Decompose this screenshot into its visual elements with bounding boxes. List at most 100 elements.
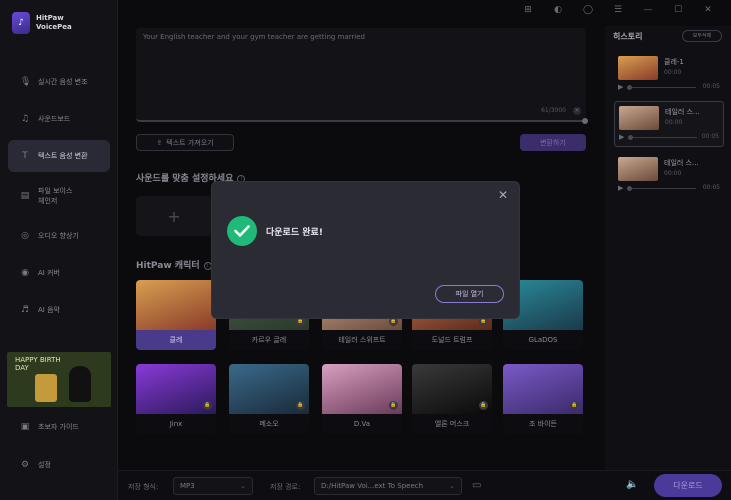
format-value: MP3 [180,482,195,490]
menu-icon[interactable]: ☰ [603,2,633,18]
character-name: 클레 [136,330,216,350]
settings-label: 설정 [38,461,51,469]
character-name: D.Va [322,414,402,434]
history-thumbnail [618,157,658,181]
cat-image [69,366,91,402]
progress-track[interactable] [628,135,697,140]
settings-button[interactable]: ⚙ 설정 [8,452,110,478]
sidebar: ♪ HitPaw VoicePea 🎙 실시간 음성 변조 ♫ 사운드보드 T … [0,0,118,500]
sidebar-item-ai-music[interactable]: ♬ AI 음악 [8,294,110,326]
sidebar-nav: 🎙 실시간 음성 변조 ♫ 사운드보드 T 텍스트 음성 변환 ▤ 파일 보이스… [0,66,118,331]
sidebar-item-audio-enhancer[interactable]: ◎ 오디오 향상기 [8,220,110,252]
download-button[interactable]: 다운로드 [654,474,722,497]
guide-label: 초보자 가이드 [38,423,79,431]
chevron-down-icon: ⌄ [449,482,455,490]
promo-line2: DAY [15,364,29,372]
character-card[interactable]: 🔒 Jinx [136,364,216,434]
sidebar-item-label: 사운드보드 [38,115,71,123]
character-name: 엘론 머스크 [412,414,492,434]
discord-icon[interactable]: ◐ [543,2,573,18]
character-image [136,280,216,330]
volume-icon[interactable]: 🔈 [626,479,638,490]
format-select[interactable]: MP3 ⌄ [173,477,253,495]
character-card[interactable]: 🔒 엘론 머스크 [412,364,492,434]
tts-text-input[interactable]: Your English teacher and your gym teache… [136,28,586,122]
folder-icon[interactable]: ▭ [472,480,481,491]
play-icon[interactable]: ▶ [618,83,623,91]
history-thumbnail [619,106,659,130]
sidebar-item-label: AI 커버 [38,269,60,277]
close-icon[interactable]: ✕ [693,2,723,18]
character-name: 조 바이든 [503,414,583,434]
chevron-down-icon: ⌄ [240,482,246,490]
sidebar-item-label: AI 음악 [38,306,60,314]
dialog-message: 다운로드 완료! [266,228,323,238]
sidebar-item-ai-cover[interactable]: ◉ AI 커버 [8,257,110,289]
history-time: 00:00 [664,170,682,177]
clear-all-button[interactable]: 모두삭제 [682,30,722,42]
open-file-button[interactable]: 파일 열기 [435,285,504,303]
grid-icon[interactable]: ⊞ [513,2,543,18]
character-card[interactable]: 클레 [136,280,216,350]
promo-banner[interactable]: HAPPY BIRTH DAY [7,352,111,407]
characters-section-title: HitPaw 캐릭터 i [136,258,212,271]
convert-button[interactable]: 변환하기 [520,134,586,151]
history-item[interactable]: 클레-1 00:00 ▶ 00:05 [614,52,724,98]
character-image: 🔒 [322,364,402,414]
sidebar-item-file-voice[interactable]: ▤ 파일 보이스 체인저 [8,177,110,215]
character-card[interactable]: 🔒 조 바이든 [503,364,583,434]
history-name: 테일러 스... [664,159,699,167]
sidebar-item-tts[interactable]: T 텍스트 음성 변환 [8,140,110,172]
add-sound-button[interactable]: + [136,196,212,236]
bottom-bar: 저장 형식: MP3 ⌄ 저장 경로: D:/HitPaw Voi...ext … [118,470,731,500]
app-logo: ♪ HitPaw VoicePea [12,12,72,34]
history-duration: 00:05 [702,83,720,90]
character-name: 도널드 트럼프 [412,330,492,350]
close-icon[interactable]: ✕ [498,188,508,202]
info-icon[interactable]: i [203,261,212,270]
resize-handle[interactable] [582,118,588,124]
check-icon [227,216,257,246]
history-name: 클레-1 [664,58,684,66]
convert-label: 변환하기 [540,138,566,147]
lock-icon: 🔒 [203,401,212,410]
download-label: 다운로드 [673,481,703,490]
audio-enhance-icon: ◎ [21,231,29,241]
progress-track[interactable] [627,85,696,90]
mic-icon: 🎙 [20,77,32,87]
file-voice-icon: ▤ [20,191,30,201]
history-panel: 히스토리 모두삭제 클레-1 00:00 ▶ 00:05 테일러 스... 00:00 ▶ 0… [605,26,731,470]
history-duration: 00:05 [702,184,720,191]
path-label: 저장 경로: [270,483,301,491]
history-item[interactable]: 테일러 스... 00:00 ▶ 00:05 [614,153,724,199]
history-duration: 00:05 [701,133,719,140]
open-file-label: 파일 열기 [455,290,484,298]
character-image: 🔒 [503,364,583,414]
lock-icon: 🔒 [389,401,398,410]
minimize-icon[interactable]: — [633,2,663,18]
download-complete-dialog: ✕ 다운로드 완료! 파일 열기 [212,182,519,318]
account-icon[interactable]: ◯ [573,2,603,18]
sidebar-item-label: 텍스트 음성 변환 [38,152,88,160]
import-icon: ⇪ [156,138,163,147]
play-icon[interactable]: ▶ [618,184,623,192]
sidebar-item-soundboard[interactable]: ♫ 사운드보드 [8,103,110,135]
cake-image [35,374,57,402]
character-card[interactable]: 🔒 메소오 [229,364,309,434]
progress-track[interactable] [627,186,696,191]
sidebar-item-realtime[interactable]: 🎙 실시간 음성 변조 [8,66,110,98]
char-count: 61/3000 [541,107,566,114]
path-select[interactable]: D:/HitPaw Voi...ext To Speech ⌄ [314,477,462,495]
clear-text-icon[interactable]: × [573,107,581,115]
character-image: 🔒 [229,364,309,414]
history-time: 00:00 [664,69,682,76]
history-item[interactable]: 테일러 스... 00:00 ▶ 00:05 [614,101,724,147]
beginner-guide-button[interactable]: ▣ 초보자 가이드 [8,414,110,440]
play-icon[interactable]: ▶ [619,133,624,141]
sidebar-item-label: 파일 보이스 [38,187,73,195]
lock-icon: 🔒 [389,317,398,326]
character-card[interactable]: 🔒 D.Va [322,364,402,434]
import-text-button[interactable]: ⇪ 텍스트 가져오기 [136,134,234,151]
history-name: 테일러 스... [665,108,700,116]
maximize-icon[interactable]: ☐ [663,2,693,18]
